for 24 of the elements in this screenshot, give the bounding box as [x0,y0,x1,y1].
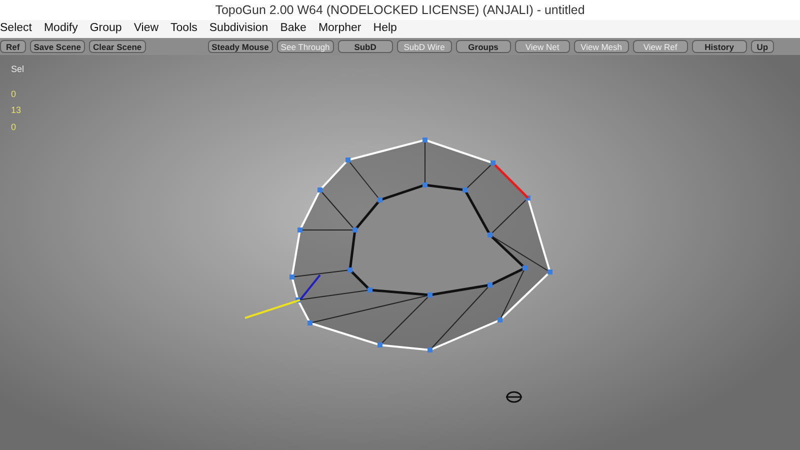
menu-item[interactable]: Help [367,20,403,38]
stat-value: 0 [11,120,18,134]
menu-item[interactable]: Group [84,20,128,38]
menu-item[interactable]: Subdivision [203,20,274,38]
menu-item[interactable]: Bake [274,20,312,38]
toolbar-button[interactable]: Steady Mouse [208,40,273,53]
toolbar-button[interactable]: Up [750,40,774,53]
menu-item[interactable]: Select [0,20,38,38]
window-title: TopoGun 2.00 W64 (NODELOCKED LICENSE) (ANJALI) - untitled [215,2,585,19]
cursor-icon [506,391,522,403]
menu-item[interactable]: Modify [38,20,84,38]
menu-item[interactable]: Morpher [312,20,368,38]
guide-line [244,299,300,319]
menu-item[interactable]: Tools [164,20,204,38]
stat-value: 13 [11,104,22,117]
toolbar-button[interactable]: SubD [338,40,393,53]
toolbar-button[interactable]: Clear Scene [88,40,146,53]
toolbar-button[interactable]: Groups [456,40,511,53]
toolbar-button[interactable]: Ref [0,40,26,53]
stat-value: 0 [11,88,18,100]
toolbar-button[interactable]: Save Scene [30,40,85,53]
menu-item[interactable]: View [128,20,165,38]
toolbar-button[interactable]: History [692,40,747,53]
selection-label: Sel [11,63,24,76]
